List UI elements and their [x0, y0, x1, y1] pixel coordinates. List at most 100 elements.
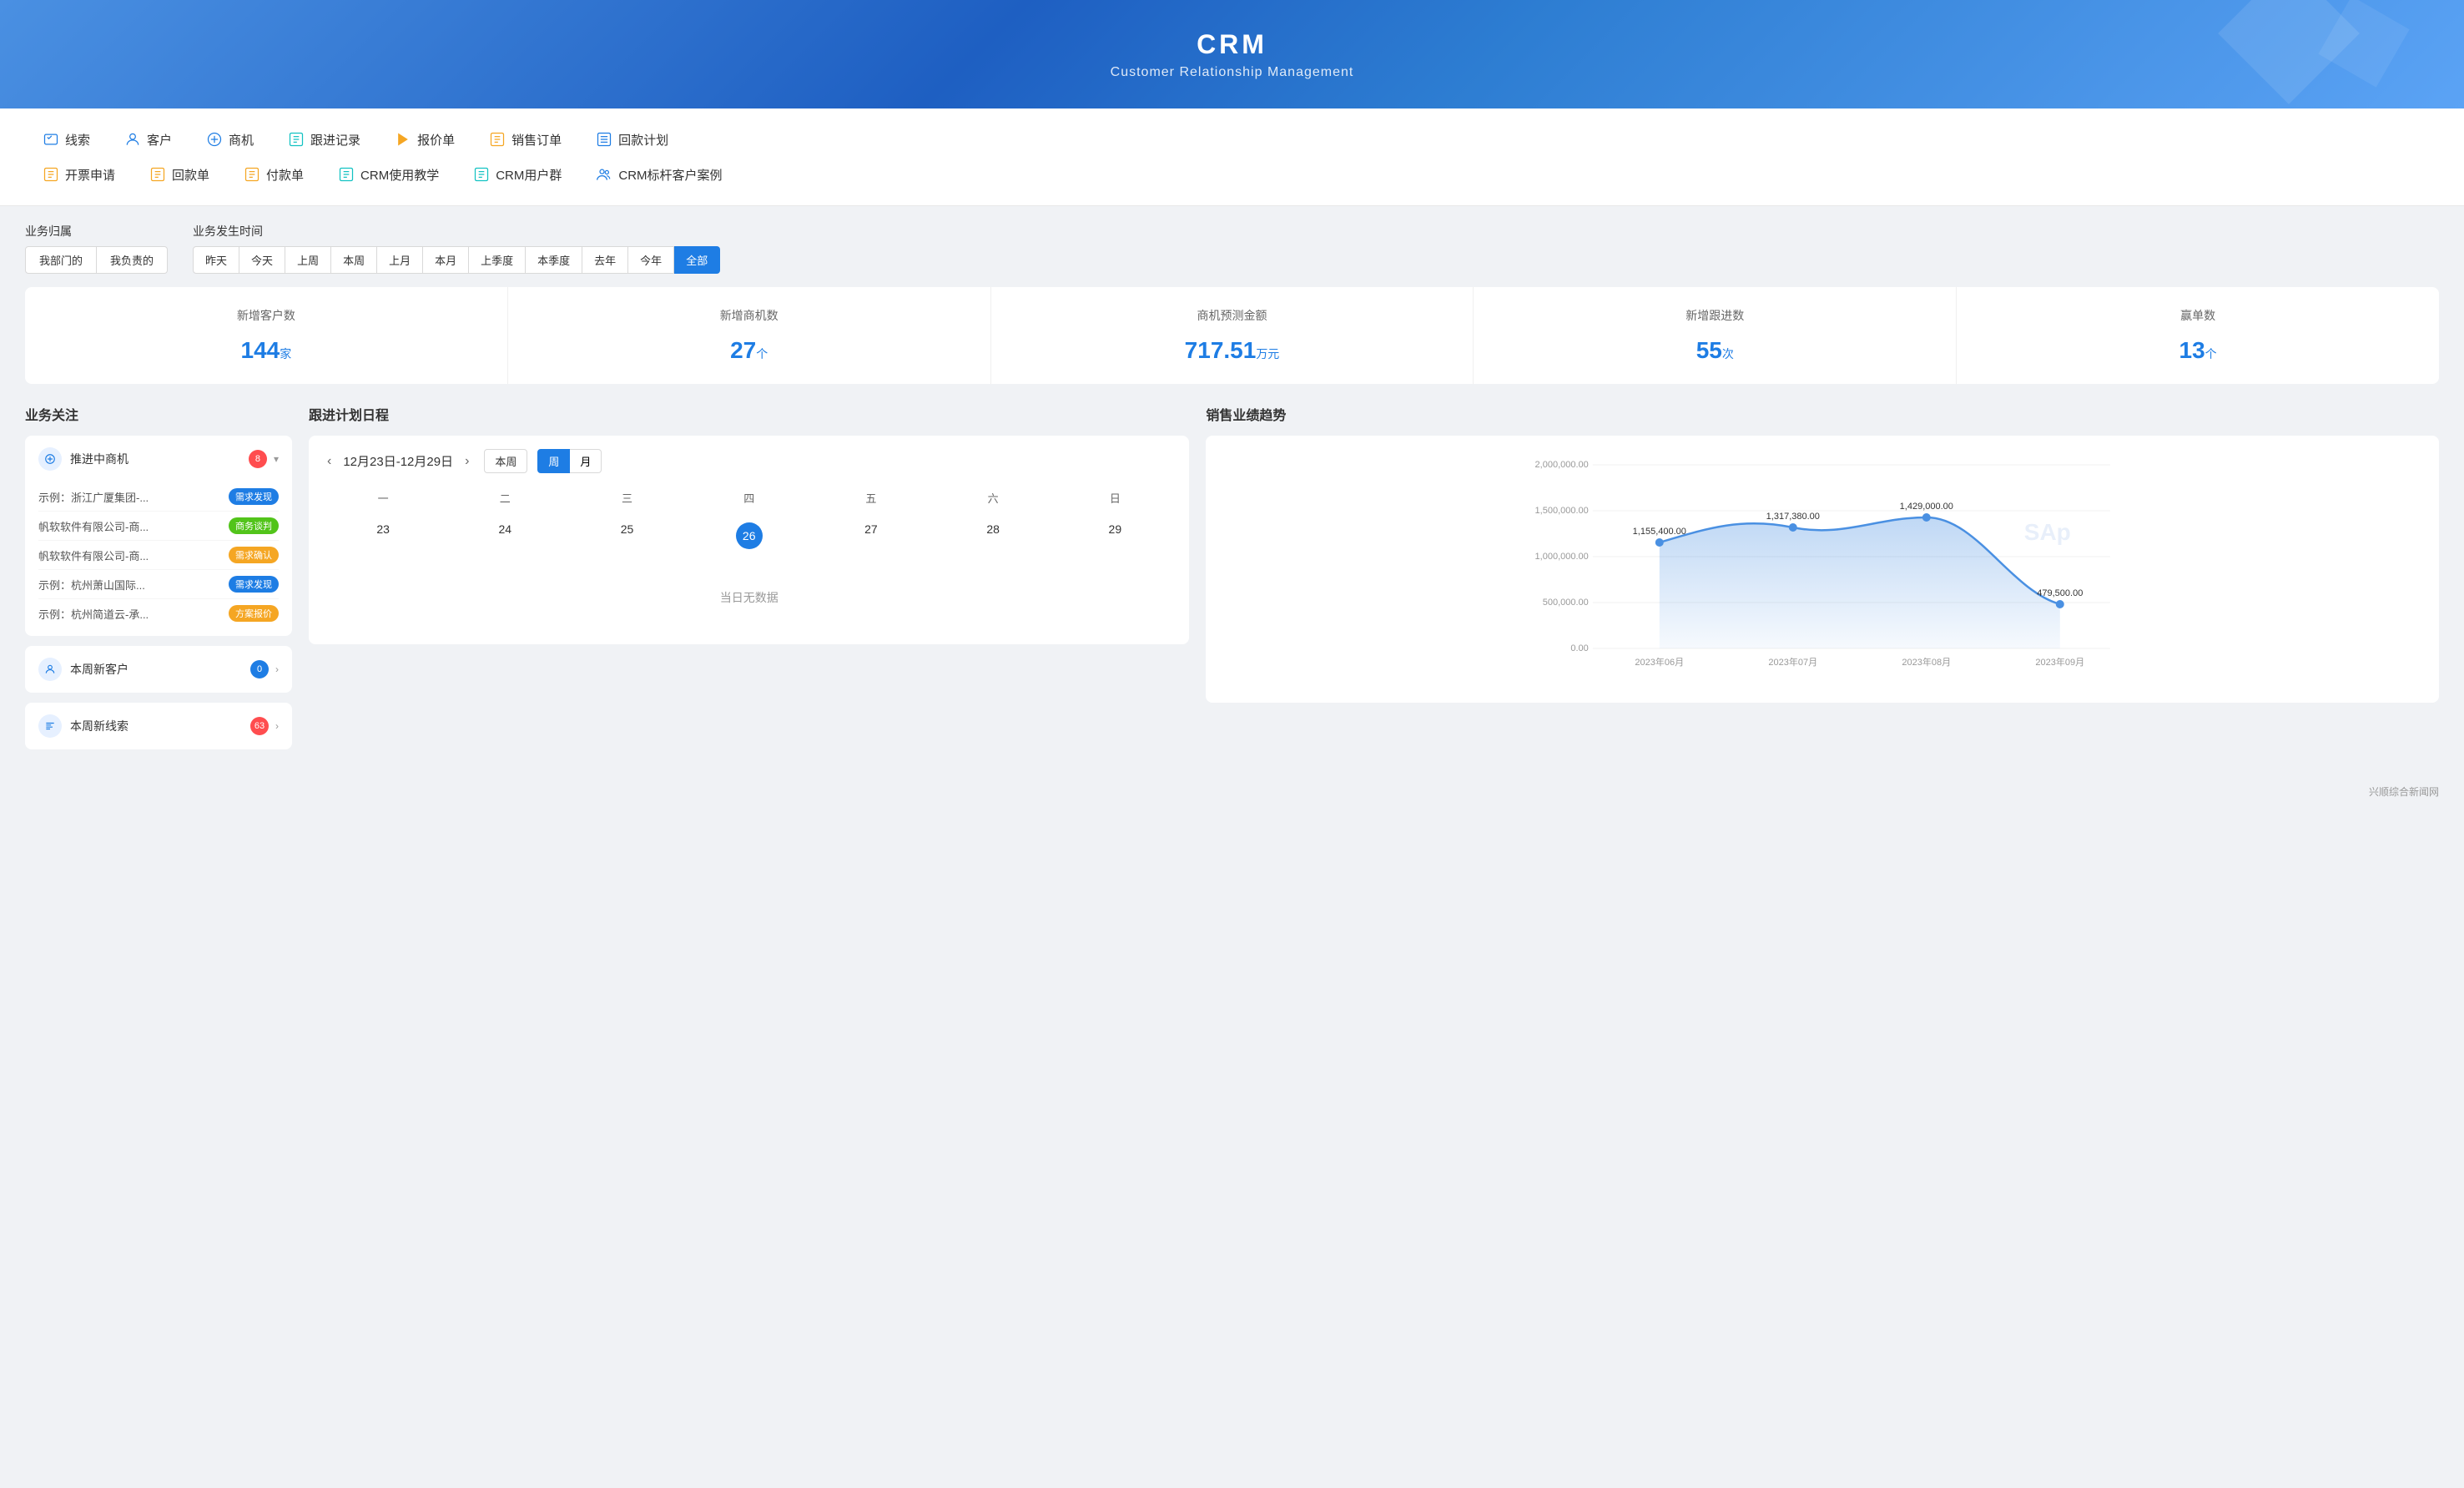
- cal-current-week-btn[interactable]: 本周: [484, 449, 527, 473]
- payment-icon: [243, 165, 261, 184]
- nav-label-crmtutorial: CRM使用教学: [360, 166, 439, 184]
- cal-range: 12月23日-12月29日: [343, 452, 453, 470]
- footer: 兴顺综合新闻网: [0, 776, 2464, 807]
- nav-item-quotes[interactable]: 报价单: [377, 124, 471, 155]
- filter-last-quarter[interactable]: 上季度: [469, 246, 526, 274]
- chart-point-sep: [2056, 600, 2064, 608]
- nav-item-opportunities[interactable]: 商机: [189, 124, 270, 155]
- nav-item-crmusergroup[interactable]: CRM用户群: [456, 159, 578, 190]
- nav-label-refund: 回款单: [172, 166, 209, 184]
- opportunities-header[interactable]: 推进中商机 8 ▾: [25, 436, 292, 482]
- svg-text:2023年06月: 2023年06月: [1635, 656, 1685, 668]
- new-customers-badge: 0: [250, 660, 269, 678]
- cal-header-mon: 一: [322, 487, 444, 509]
- svg-text:2023年09月: 2023年09月: [2036, 656, 2085, 668]
- nav-item-invoice[interactable]: 开票申请: [25, 159, 132, 190]
- new-customers-header[interactable]: 本周新客户 0 ›: [25, 646, 292, 693]
- content-area: 业务归属 我部门的 我负责的 业务发生时间 昨天 今天 上周 本周 上月 本月 …: [0, 206, 2464, 776]
- stat-new-opportunities: 新增商机数 27个: [508, 287, 991, 384]
- opp-row-0[interactable]: 示例：浙江广厦集团-... 需求发现: [38, 482, 279, 512]
- header-subtitle: Customer Relationship Management: [1111, 65, 1354, 80]
- opp-row-2[interactable]: 帆软软件有限公司-商... 需求确认: [38, 541, 279, 570]
- new-leads-chevron: ›: [275, 720, 279, 732]
- stat-wins: 赢单数 13个: [1957, 287, 2439, 384]
- cal-month-view-btn[interactable]: 月: [570, 449, 602, 473]
- nav-label-leads: 线索: [65, 131, 90, 149]
- chart-point-jul: [1789, 523, 1797, 532]
- cal-day-24[interactable]: 24: [444, 516, 566, 556]
- cal-header-wed: 三: [566, 487, 688, 509]
- filter-last-month[interactable]: 上月: [377, 246, 423, 274]
- chart-area: [1660, 517, 2060, 648]
- nav-label-customers: 客户: [147, 131, 172, 149]
- header-title: CRM: [1197, 29, 1267, 60]
- nav-item-refund[interactable]: 回款单: [132, 159, 226, 190]
- nav-menu: 线索 客户 商机 跟进记录 报价单 销售订单 回款计划: [0, 108, 2464, 206]
- cal-week-view-btn[interactable]: 周: [537, 449, 570, 473]
- opp-row-2-tag: 需求确认: [229, 547, 279, 563]
- middle-panel: 跟进计划日程 ‹ 12月23日-12月29日 › 本周 周 月: [309, 404, 1189, 759]
- nav-label-quotes: 报价单: [417, 131, 455, 149]
- nav-item-payment[interactable]: 付款单: [226, 159, 320, 190]
- filter-this-week[interactable]: 本周: [331, 246, 377, 274]
- nav-item-followup[interactable]: 跟进记录: [270, 124, 377, 155]
- cal-day-headers: 一 二 三 四 五 六 日: [322, 487, 1176, 509]
- opp-row-3[interactable]: 示例：杭州萧山国际... 需求发现: [38, 570, 279, 599]
- opp-row-4[interactable]: 示例：杭州简道云-承... 方案报价: [38, 599, 279, 628]
- nav-label-salesorders: 销售订单: [511, 131, 562, 149]
- nav-item-customers[interactable]: 客户: [107, 124, 189, 155]
- svg-text:2,000,000.00: 2,000,000.00: [1535, 460, 1589, 470]
- stat-new-customers-value: 144家: [42, 337, 491, 364]
- cal-day-25[interactable]: 25: [566, 516, 688, 556]
- chart-title: 销售业绩趋势: [1206, 404, 2439, 424]
- svg-text:1,500,000.00: 1,500,000.00: [1535, 506, 1589, 516]
- new-customers-chevron: ›: [275, 663, 279, 675]
- nav-item-salesorders[interactable]: 销售订单: [471, 124, 578, 155]
- nav-item-leads[interactable]: 线索: [25, 124, 107, 155]
- svg-text:1,000,000.00: 1,000,000.00: [1535, 552, 1589, 562]
- opp-row-1-name: 帆软软件有限公司-商...: [38, 518, 222, 534]
- sales-chart: 2,000,000.00 1,500,000.00 1,000,000.00 5…: [1222, 452, 2422, 686]
- cal-day-23[interactable]: 23: [322, 516, 444, 556]
- filter-this-quarter[interactable]: 本季度: [526, 246, 582, 274]
- cal-day-29[interactable]: 29: [1054, 516, 1176, 556]
- svg-text:500,000.00: 500,000.00: [1543, 598, 1589, 608]
- business-attention-title: 业务关注: [25, 404, 292, 424]
- filter-all[interactable]: 全部: [674, 246, 720, 274]
- stat-new-opp-label: 新增商机数: [525, 307, 974, 324]
- filter-my-dept[interactable]: 我部门的: [25, 246, 97, 274]
- nav-label-payment: 付款单: [266, 166, 304, 184]
- cal-day-27[interactable]: 27: [810, 516, 932, 556]
- filter-last-week[interactable]: 上周: [285, 246, 331, 274]
- stat-followups-value: 55次: [1490, 337, 1939, 364]
- opportunities-rows: 示例：浙江广厦集团-... 需求发现 帆软软件有限公司-商... 商务谈判 帆软…: [25, 482, 292, 636]
- opp-row-1[interactable]: 帆软软件有限公司-商... 商务谈判: [38, 512, 279, 541]
- new-leads-header[interactable]: 本周新线索 63 ›: [25, 703, 292, 749]
- chart-point-jun: [1655, 538, 1664, 547]
- nav-label-returnplan: 回款计划: [618, 131, 668, 149]
- chart-point-aug: [1922, 513, 1931, 522]
- nav-item-returnplan[interactable]: 回款计划: [578, 124, 685, 155]
- opportunities-chevron: ▾: [274, 453, 279, 465]
- left-panel: 业务关注 推进中商机 8 ▾ 示例：浙江广厦集团-... 需求发现: [25, 404, 292, 759]
- new-customers-card-icon: [38, 658, 62, 681]
- nav-label-crmbenchmark: CRM标杆客户案例: [618, 166, 722, 184]
- filter-yesterday[interactable]: 昨天: [193, 246, 239, 274]
- cal-next-arrow[interactable]: ›: [460, 452, 474, 471]
- bottom-section: 业务关注 推进中商机 8 ▾ 示例：浙江广厦集团-... 需求发现: [25, 404, 2439, 759]
- filter-this-year[interactable]: 今年: [628, 246, 674, 274]
- calendar-nav: ‹ 12月23日-12月29日 ›: [322, 452, 474, 471]
- stat-followups-label: 新增跟进数: [1490, 307, 1939, 324]
- filter-last-year[interactable]: 去年: [582, 246, 628, 274]
- new-customers-card: 本周新客户 0 ›: [25, 646, 292, 693]
- cal-day-26[interactable]: 26: [688, 516, 810, 556]
- svg-text:0.00: 0.00: [1571, 643, 1589, 653]
- nav-item-crmtutorial[interactable]: CRM使用教学: [320, 159, 456, 190]
- filter-today[interactable]: 今天: [239, 246, 285, 274]
- filter-my-resp[interactable]: 我负责的: [97, 246, 168, 274]
- new-leads-card: 本周新线索 63 ›: [25, 703, 292, 749]
- filter-this-month[interactable]: 本月: [423, 246, 469, 274]
- nav-item-crmbenchmark[interactable]: CRM标杆客户案例: [578, 159, 738, 190]
- cal-prev-arrow[interactable]: ‹: [322, 452, 336, 471]
- cal-day-28[interactable]: 28: [932, 516, 1054, 556]
